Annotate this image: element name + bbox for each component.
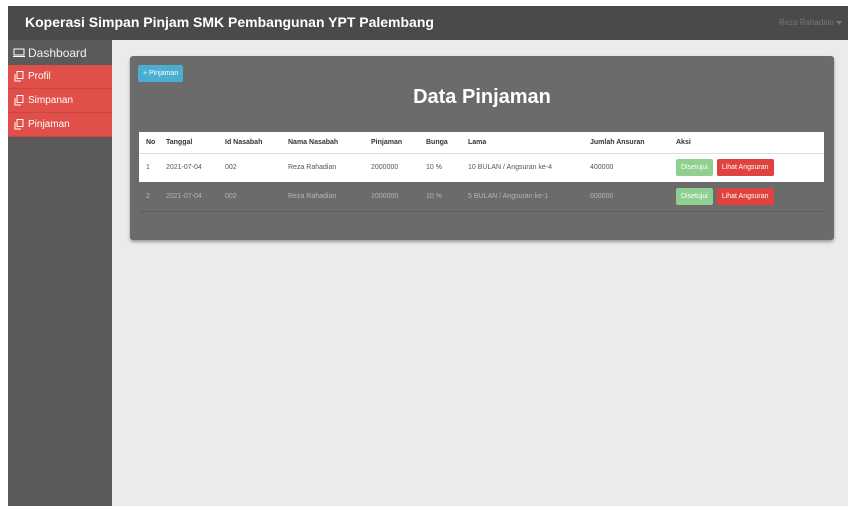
cell-id-nasabah: 002 <box>218 182 281 212</box>
column-header-bunga: Bunga <box>419 132 461 154</box>
table-row: 2 2021-07-04 002 Reza Rahadian 2000000 1… <box>139 182 824 212</box>
cell-bunga: 10 % <box>419 182 461 212</box>
column-header-lama: Lama <box>461 132 583 154</box>
sidebar-item-dashboard[interactable]: Dashboard <box>8 40 112 65</box>
cell-tanggal: 2021-07-04 <box>159 182 218 212</box>
sidebar-item-label: Simpanan <box>28 95 74 106</box>
cell-pinjaman: 2000000 <box>364 182 419 212</box>
cell-jumlah-ansuran: 600000 <box>583 182 669 212</box>
cell-nama-nasabah: Reza Rahadian <box>281 182 364 212</box>
loan-table: No Tanggal Id Nasabah Nama Nasabah Pinja… <box>139 132 824 212</box>
user-name: Reza Rahadian <box>778 18 834 27</box>
copy-icon <box>13 95 25 107</box>
column-header-aksi: Aksi <box>669 132 824 154</box>
page-title: Data Pinjaman <box>413 86 551 108</box>
top-navbar: Koperasi Simpan Pinjam SMK Pembangunan Y… <box>8 6 848 40</box>
column-header-nama-nasabah: Nama Nasabah <box>281 132 364 154</box>
column-header-no: No <box>139 132 159 154</box>
copy-icon <box>13 119 25 131</box>
table-row: 1 2021-07-04 002 Reza Rahadian 2000000 1… <box>139 153 824 182</box>
column-header-jumlah-ansuran: Jumlah Ansuran <box>583 132 669 154</box>
view-installments-button[interactable]: Lihat Angsuran <box>716 187 774 205</box>
app-title[interactable]: Koperasi Simpan Pinjam SMK Pembangunan Y… <box>25 14 434 30</box>
cell-aksi: Disetujui Lihat Angsuran <box>669 182 824 212</box>
column-header-tanggal: Tanggal <box>159 132 218 154</box>
table-header-row: No Tanggal Id Nasabah Nama Nasabah Pinja… <box>139 132 824 154</box>
sidebar-item-profil[interactable]: Profil <box>8 65 112 89</box>
monitor-icon <box>13 47 25 59</box>
app-window: Koperasi Simpan Pinjam SMK Pembangunan Y… <box>8 6 848 506</box>
cell-lama: 10 BULAN / Angsuran ke-4 <box>461 153 583 182</box>
loan-panel: + Pinjaman Data Pinjaman No Tanggal Id N… <box>130 56 834 240</box>
add-loan-button[interactable]: + Pinjaman <box>138 65 184 82</box>
cell-aksi: Disetujui Lihat Angsuran <box>669 153 824 182</box>
sidebar-item-label: Dashboard <box>28 45 87 60</box>
cell-bunga: 10 % <box>419 153 461 182</box>
approved-status-button[interactable]: Disetujui <box>676 159 713 177</box>
chevron-down-icon <box>836 20 842 25</box>
view-installments-button[interactable]: Lihat Angsuran <box>716 159 774 177</box>
cell-lama: 5 BULAN / Angsuran ke-1 <box>461 182 583 212</box>
approved-status-button[interactable]: Disetujui <box>676 187 713 205</box>
cell-tanggal: 2021-07-04 <box>159 153 218 182</box>
cell-id-nasabah: 002 <box>218 153 281 182</box>
cell-jumlah-ansuran: 400000 <box>583 153 669 182</box>
cell-no: 1 <box>139 153 159 182</box>
cell-pinjaman: 2000000 <box>364 153 419 182</box>
user-menu[interactable]: Reza Rahadian <box>779 18 842 27</box>
sidebar-item-simpanan[interactable]: Simpanan <box>8 89 112 113</box>
column-header-pinjaman: Pinjaman <box>364 132 419 154</box>
copy-icon <box>13 71 25 83</box>
cell-nama-nasabah: Reza Rahadian <box>281 153 364 182</box>
sidebar-item-label: Profil <box>28 71 51 82</box>
sidebar-item-pinjaman[interactable]: Pinjaman <box>8 113 112 137</box>
sidebar-item-label: Pinjaman <box>28 119 70 130</box>
main-content: + Pinjaman Data Pinjaman No Tanggal Id N… <box>112 40 848 506</box>
cell-no: 2 <box>139 182 159 212</box>
sidebar: Dashboard Profil Simpanan Pinjaman <box>8 40 112 506</box>
column-header-id-nasabah: Id Nasabah <box>218 132 281 154</box>
